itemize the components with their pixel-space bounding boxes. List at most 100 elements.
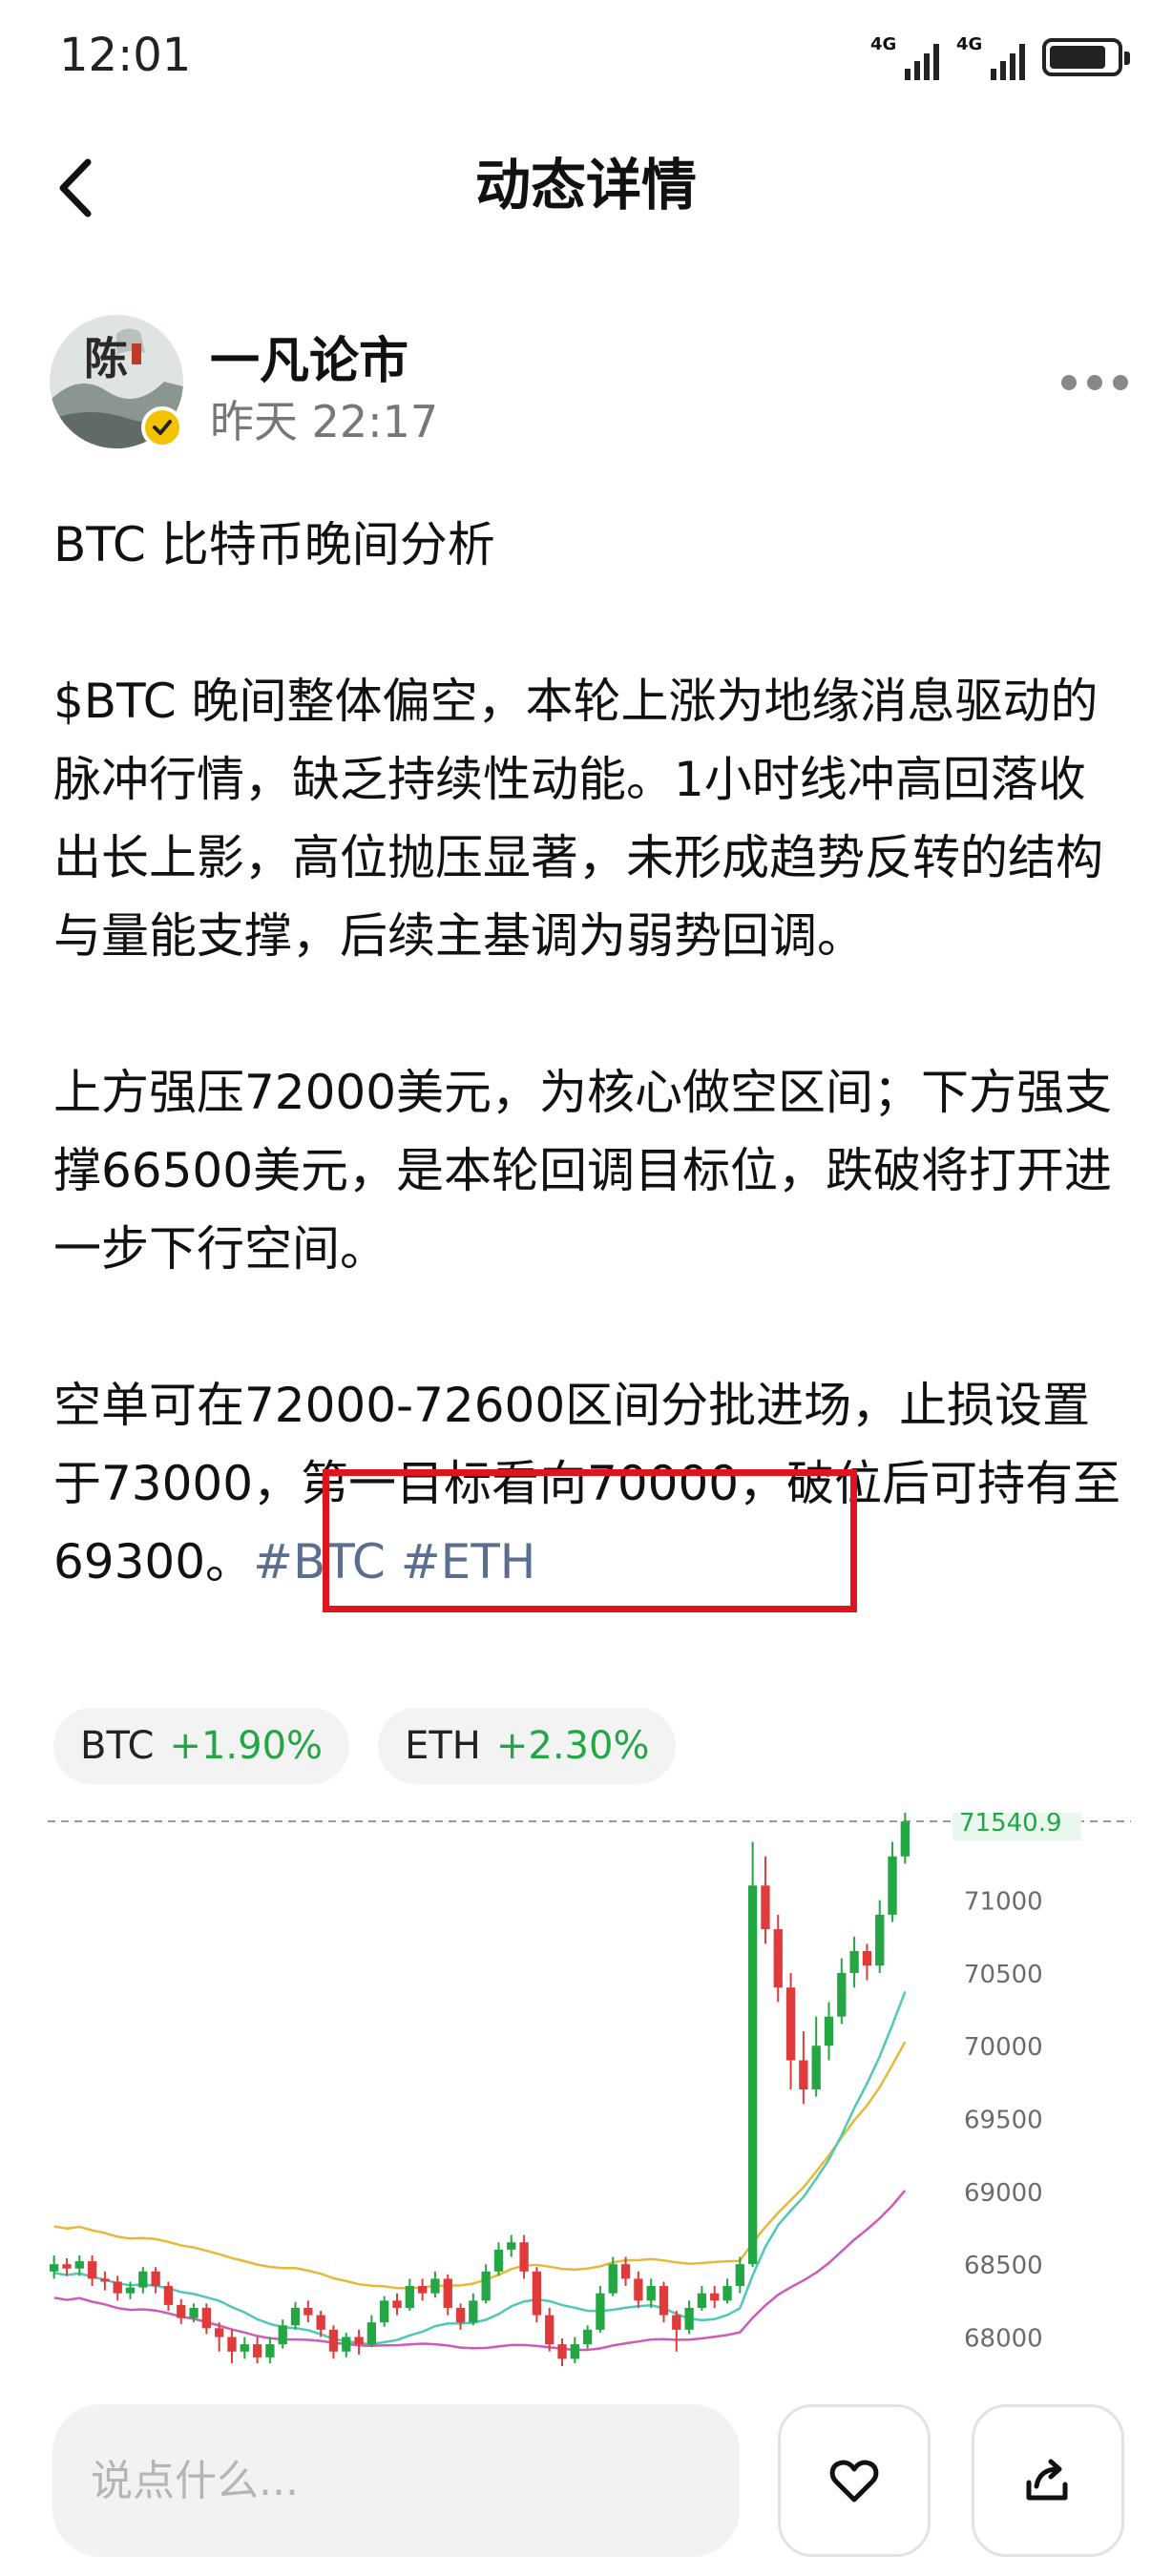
candle-body: [316, 2315, 325, 2330]
price-axis-label: 69000: [964, 2179, 1043, 2208]
candle-body: [163, 2286, 174, 2305]
candle-body: [469, 2300, 478, 2323]
post-title: BTC 比特币晚间分析: [53, 517, 495, 572]
candle-body: [290, 2307, 301, 2326]
battery-level: [1050, 46, 1105, 69]
candle-body: [862, 1951, 872, 1966]
candle-body: [659, 2286, 669, 2316]
candle-body: [354, 2337, 364, 2345]
more-options-icon[interactable]: [1061, 368, 1128, 397]
candle-body: [201, 2307, 212, 2329]
candle-body: [380, 2300, 389, 2323]
candle-body: [392, 2300, 402, 2308]
candle-body: [722, 2286, 732, 2301]
candle-body: [672, 2315, 681, 2330]
candle-body: [227, 2337, 237, 2352]
candle-body: [507, 2242, 516, 2250]
candle-body: [189, 2307, 199, 2318]
post-body: BTC 比特币晚间分析 $BTC 晚间整体偏空，本轮上涨为地缘消息驱动的脉冲行情…: [53, 506, 1132, 1601]
last-price-label: 71540.9: [959, 1813, 1062, 1838]
candle-body: [493, 2249, 504, 2272]
candle-body: [342, 2337, 351, 2352]
verified-badge-icon: [141, 406, 183, 448]
price-axis-label: 71000: [964, 1888, 1043, 1917]
avatar-text: 陈: [84, 333, 128, 384]
candle-body: [455, 2307, 466, 2323]
candle-body: [240, 2344, 249, 2352]
candle-body: [570, 2344, 579, 2359]
candle-body: [608, 2264, 617, 2294]
signal-icon: 4G: [870, 34, 939, 80]
candle-body: [125, 2287, 136, 2294]
signal-icon-2: 4G: [956, 34, 1025, 80]
candle-body: [747, 1885, 758, 2265]
candle-body: [252, 2344, 262, 2358]
candle-body: [875, 1914, 885, 1966]
like-button[interactable]: [778, 2404, 931, 2557]
candle-body: [545, 2315, 555, 2345]
nav-bar: 动态详情: [0, 134, 1172, 239]
candle-body: [278, 2325, 287, 2345]
candle-body: [87, 2261, 97, 2279]
battery-icon: [1042, 38, 1130, 76]
share-icon: [1026, 2459, 1068, 2501]
candle-body: [634, 2278, 643, 2301]
candle-body: [215, 2328, 224, 2337]
candle-body: [113, 2281, 122, 2294]
candle-body: [773, 1929, 783, 1988]
candle-body: [785, 1987, 796, 2061]
chart-image[interactable]: 71000 70500 70000 69500 69000 68500 68000 71540…: [48, 1802, 1131, 2366]
candle-body: [799, 2060, 808, 2089]
candle-body: [582, 2329, 593, 2345]
candle-body: [138, 2271, 148, 2288]
status-time: 12:01: [59, 29, 192, 82]
candle-body: [366, 2322, 377, 2345]
author-header: 陈 一凡论市 昨天 22:17: [50, 315, 1128, 458]
ticker-chips: BTC +1.90% ETH +2.30%: [53, 1708, 677, 1784]
candle-body: [596, 2293, 605, 2330]
comment-input[interactable]: [52, 2404, 740, 2557]
post-paragraph: $BTC 晚间整体偏空，本轮上涨为地缘消息驱动的脉冲行情，缺乏持续性动能。1小时…: [53, 674, 1103, 964]
candle-body: [405, 2286, 414, 2308]
candle-body: [900, 1821, 910, 1857]
candle-body: [532, 2271, 542, 2316]
candle-body: [824, 2016, 834, 2046]
candle-body: [100, 2278, 110, 2282]
post-paragraph: 上方强压72000美元，为核心做空区间；下方强支撑66500美元，是本轮回调目标…: [53, 1065, 1113, 1277]
candle-body: [151, 2271, 160, 2287]
candle-body: [265, 2344, 275, 2358]
candle-body: [697, 2293, 707, 2308]
candle-body: [417, 2286, 428, 2294]
candle-body: [646, 2286, 656, 2301]
candle-body: [443, 2278, 452, 2308]
candle-body: [888, 1856, 897, 1915]
ticker-chip-eth[interactable]: ETH +2.30%: [378, 1708, 677, 1784]
page-title: 动态详情: [474, 153, 697, 218]
candle-body: [62, 2264, 72, 2269]
post-time: 昨天 22:17: [210, 396, 439, 447]
price-axis-label: 68500: [964, 2252, 1043, 2280]
candle-body: [849, 1951, 859, 1973]
candle-body: [177, 2304, 186, 2318]
candle-body: [328, 2329, 339, 2352]
candle-body: [303, 2307, 313, 2316]
candle-body: [837, 1972, 847, 2017]
highlight-annotation-box: [323, 1469, 857, 1612]
price-axis-label: 68000: [964, 2324, 1043, 2353]
ticker-chip-btc[interactable]: BTC +1.90%: [53, 1708, 350, 1784]
author-name[interactable]: 一凡论市: [210, 321, 408, 392]
candle-body: [684, 2307, 694, 2330]
candle-body: [519, 2242, 529, 2272]
price-axis-label: 69500: [964, 2107, 1043, 2135]
candle-body: [710, 2293, 720, 2301]
candle-body: [761, 1885, 770, 1930]
candle-body: [557, 2344, 567, 2359]
ma-line-teal: [53, 1991, 907, 2346]
candle-body: [620, 2264, 631, 2279]
candle-body: [430, 2278, 440, 2294]
share-button[interactable]: [972, 2404, 1124, 2557]
bottom-action-bar: [0, 2376, 1172, 2576]
candlestick-chart: 71000 70500 70000 69500 69000 68500 68000 71540…: [48, 1802, 1131, 2366]
status-bar: 12:01 4G 4G: [0, 0, 1172, 114]
candle-body: [735, 2264, 744, 2287]
